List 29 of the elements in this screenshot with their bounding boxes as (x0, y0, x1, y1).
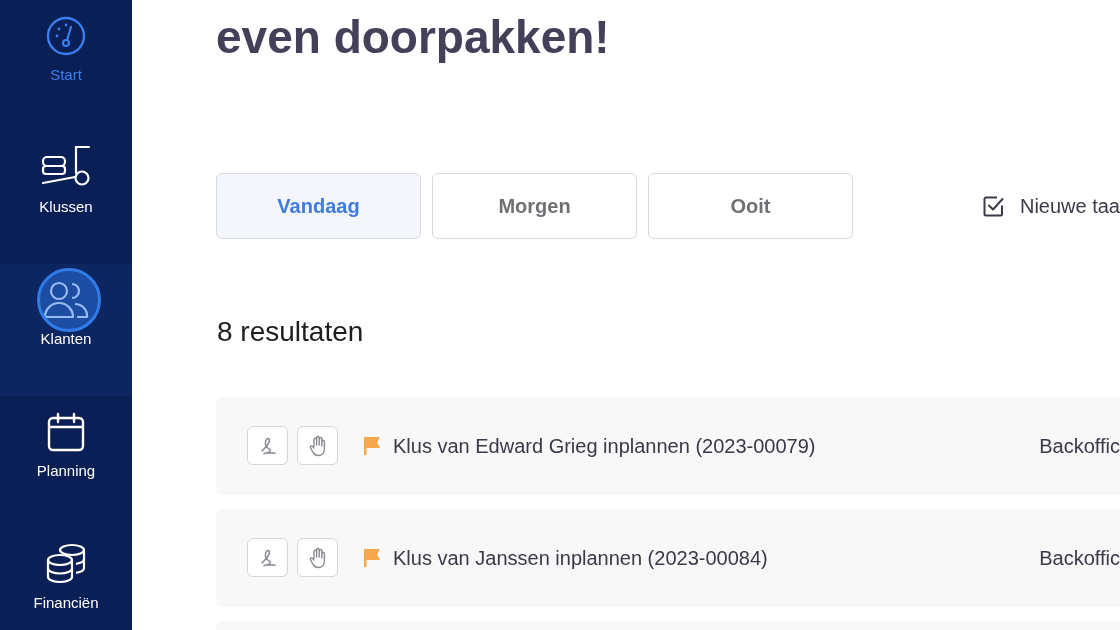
tab[interactable]: Vandaag (216, 173, 421, 240)
results-count: 8 resultaten (217, 315, 365, 349)
new-task-button[interactable]: Nieuwe taa (982, 191, 1120, 222)
sidebar-item[interactable]: Planning (0, 396, 132, 528)
gauge-icon (46, 16, 86, 56)
tab[interactable]: Ooit (648, 173, 853, 240)
signature-button[interactable] (247, 538, 288, 578)
coins-icon (45, 542, 87, 584)
signature-button[interactable] (247, 426, 288, 466)
users-icon (42, 280, 90, 320)
assignee-label: Backoffic (1039, 433, 1120, 459)
task-title: Klus van Janssen inplannen (2023-00084) (393, 545, 768, 571)
task-title: Klus van Edward Grieg inplannen (2023-00079) (393, 433, 816, 459)
hand-button[interactable] (297, 538, 338, 578)
sidebar-item[interactable]: Klanten (0, 264, 132, 396)
hand-button[interactable] (297, 426, 338, 466)
checkbox-icon (982, 195, 1004, 217)
sidebar-item[interactable]: Klussen (0, 132, 132, 264)
task-row[interactable]: Klus van Janssen inplannen (2023-00084) Backoffic (216, 508, 1120, 607)
sidebar-item[interactable]: Start (0, 0, 132, 132)
assignee-label: Backoffic (1039, 545, 1120, 571)
calendar-icon (47, 412, 85, 452)
hand-icon (307, 546, 328, 569)
tab[interactable]: Morgen (432, 173, 637, 240)
hand-icon (307, 434, 328, 457)
hand-truck-icon (40, 144, 92, 188)
page-heading: even doorpakken! (216, 10, 611, 65)
task-row[interactable]: Klus van Edward Grieg inplannen (2023-00079) Backoffic (216, 396, 1120, 495)
sidebar-item[interactable]: Financiën (0, 528, 132, 630)
